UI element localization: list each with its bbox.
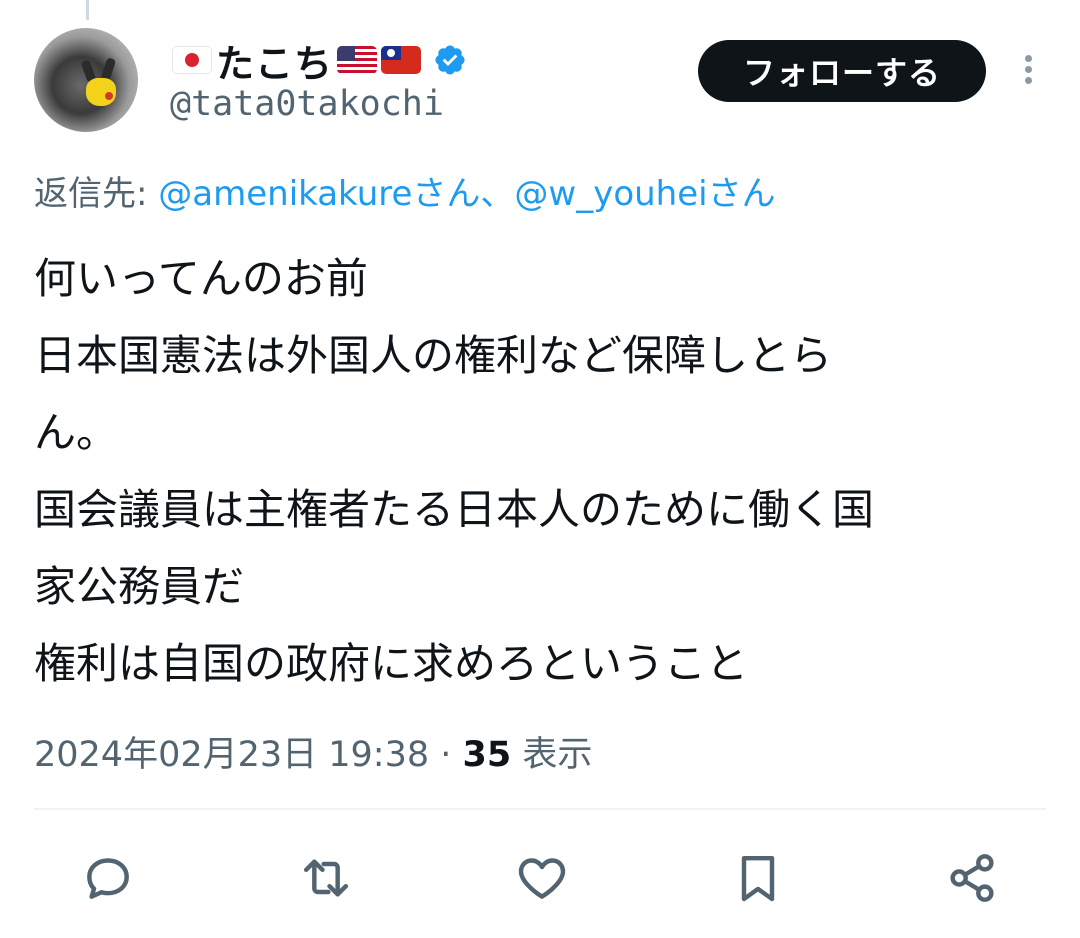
meta-separator: · bbox=[429, 735, 463, 775]
views-label: 表示 bbox=[511, 735, 593, 775]
tweet-line: 何いってんのお前 bbox=[34, 254, 368, 303]
mention-link-amenikakure[interactable]: @amenikakure bbox=[158, 174, 412, 214]
tweet-text: 何いってんのお前 日本国憲法は外国人の権利など保障しとら ん。 国会議員は主権者… bbox=[34, 240, 1044, 702]
tweet-meta: 2024年02月23日 19:38 · 35 表示 bbox=[34, 726, 592, 777]
mention-suffix-2[interactable]: さん bbox=[708, 174, 776, 214]
author-display-name[interactable]: たこち bbox=[216, 33, 333, 88]
bookmark-icon[interactable] bbox=[730, 850, 786, 906]
reply-prefix: 返信先: bbox=[34, 174, 159, 214]
verified-badge-icon[interactable] bbox=[433, 43, 467, 77]
more-vertical-icon[interactable] bbox=[1016, 52, 1040, 92]
taiwan-flag-icon bbox=[381, 46, 422, 74]
avatar[interactable] bbox=[34, 28, 138, 132]
share-icon[interactable] bbox=[944, 850, 1000, 906]
follow-button[interactable]: フォローする bbox=[698, 40, 986, 102]
avatar-cheek bbox=[105, 92, 113, 100]
divider bbox=[34, 808, 1046, 810]
like-icon[interactable] bbox=[514, 850, 570, 906]
us-flag-icon bbox=[337, 46, 378, 74]
mention-link-w-youhei[interactable]: @w_youhei bbox=[514, 174, 707, 214]
tweet-line: 日本国憲法は外国人の権利など保障しとら bbox=[34, 331, 833, 380]
tweet-line: 家公務員だ bbox=[34, 562, 245, 611]
reply-icon[interactable] bbox=[80, 850, 136, 906]
japan-flag-icon bbox=[172, 46, 212, 74]
views-count: 35 bbox=[462, 735, 512, 775]
tweet-timestamp[interactable]: 2024年02月23日 19:38 bbox=[34, 735, 429, 775]
thread-line bbox=[86, 0, 89, 20]
tweet-line: 国会議員は主権者たる日本人のために働く国 bbox=[34, 485, 875, 534]
action-bar bbox=[0, 842, 1080, 912]
retweet-icon[interactable] bbox=[298, 850, 354, 906]
mention-suffix-1[interactable]: さん、 bbox=[412, 174, 514, 214]
author-name-row[interactable]: たこち bbox=[170, 36, 467, 86]
author-handle[interactable]: @tata0takochi bbox=[170, 84, 444, 124]
reply-context: 返信先: @amenikakureさん、@w_youheiさん bbox=[34, 166, 776, 215]
tweet-line: 権利は自国の政府に求めろということ bbox=[34, 639, 749, 688]
tweet-line: ん。 bbox=[34, 408, 119, 457]
